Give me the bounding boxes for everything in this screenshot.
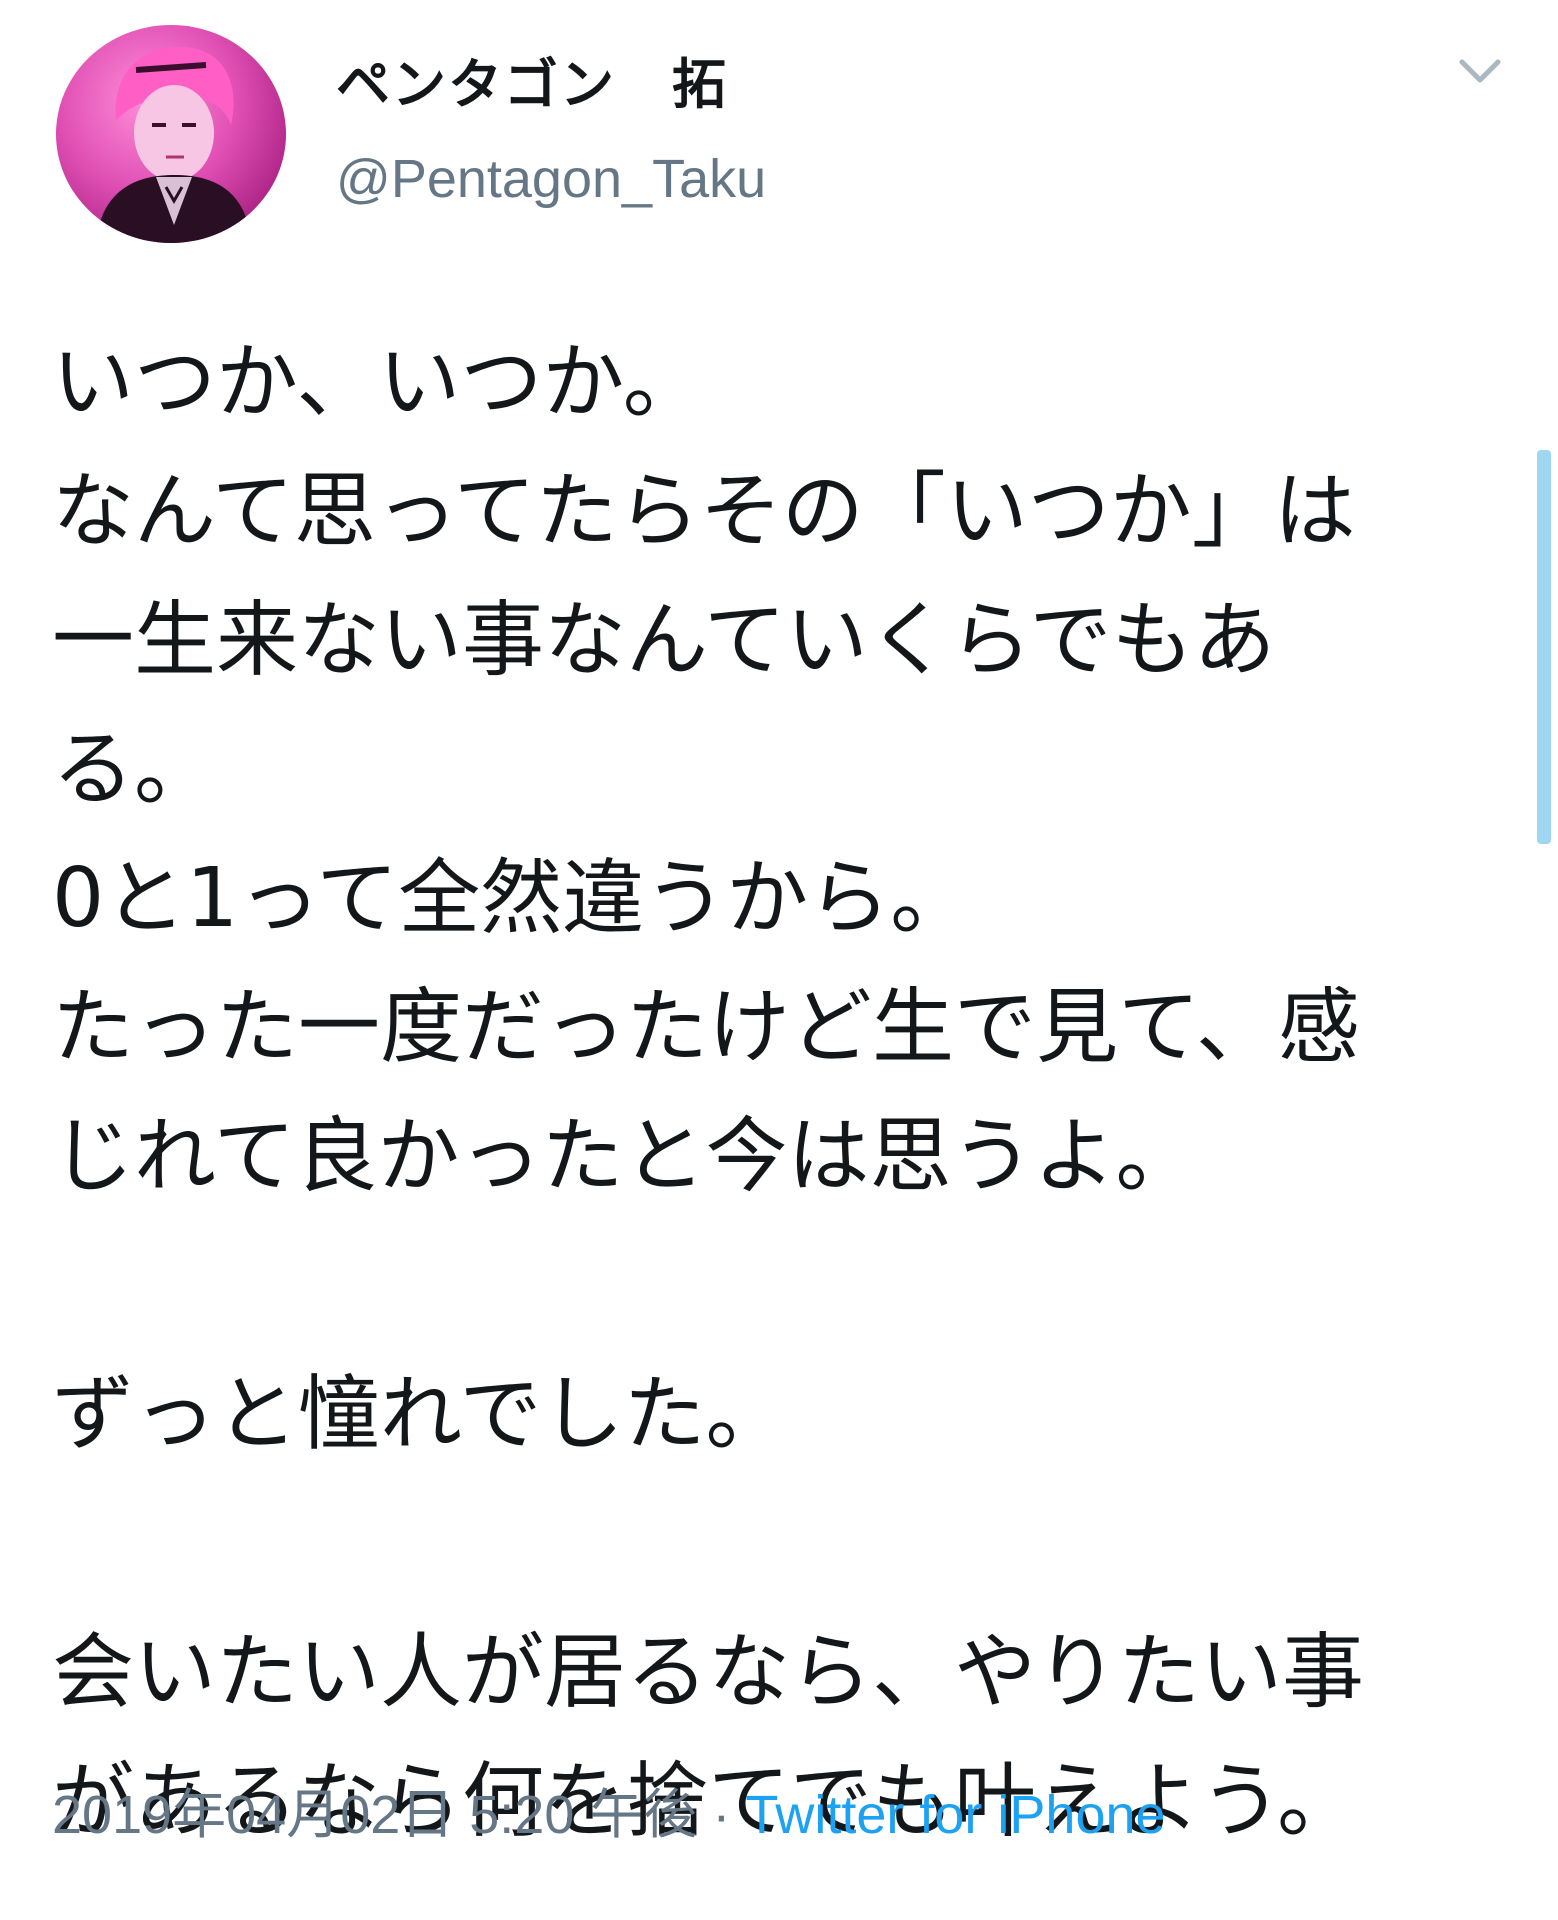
user-handle[interactable]: @Pentagon_Taku: [336, 148, 766, 210]
tweet-source-link[interactable]: Twitter for iPhone: [745, 1785, 1165, 1845]
scrollbar[interactable]: [1537, 450, 1551, 844]
display-name[interactable]: ペンタゴン 拓: [336, 40, 728, 119]
tweet-timestamp[interactable]: 2019年04月02日 5:20 午後: [52, 1785, 697, 1845]
avatar[interactable]: [56, 25, 286, 243]
tweet-meta: 2019年04月02日 5:20 午後 · Twitter for iPhone: [52, 1780, 1166, 1850]
meta-separator: ·: [697, 1785, 746, 1845]
tweet-text: いつか、いつか。 なんて思ってたらその「いつか」は 一生来ない事なんていくらでも…: [52, 335, 1365, 1849]
chevron-down-icon[interactable]: [1456, 52, 1504, 92]
profile-photo-illustration: [96, 46, 252, 243]
